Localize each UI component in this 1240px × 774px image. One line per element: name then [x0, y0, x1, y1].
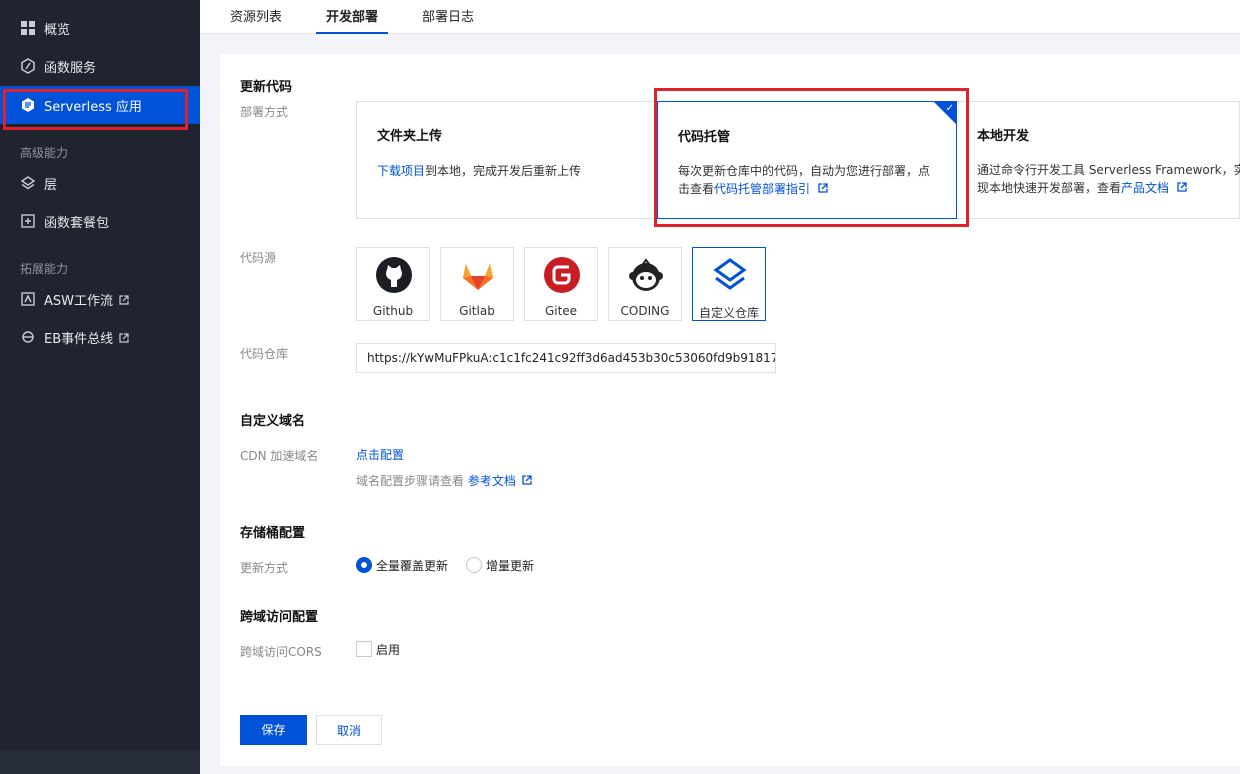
option-folder-upload[interactable]: 文件夹上传 下载项目到本地，完成开发后重新上传	[357, 101, 656, 219]
custom-repo-icon	[713, 258, 747, 290]
radio-full-update[interactable]	[356, 557, 372, 573]
source-github[interactable]: Github	[356, 247, 430, 321]
repo-url-input[interactable]: https://kYwMuFPkuA:c1c1fc241c92ff3d6ad45…	[356, 343, 776, 373]
external-link-icon	[1177, 182, 1187, 192]
option-title: 本地开发	[977, 129, 1030, 144]
code-source-label: 代码源	[240, 251, 277, 265]
highlight-box	[654, 88, 969, 227]
package-icon	[20, 213, 36, 229]
sidebar-item-packages[interactable]: 函数套餐包	[0, 202, 200, 240]
external-link-icon	[522, 475, 532, 485]
github-icon	[376, 257, 412, 293]
source-custom-repo[interactable]: 自定义仓库	[692, 247, 766, 321]
radio-label: 全量覆盖更新	[376, 559, 449, 573]
source-gitee[interactable]: Gitee	[524, 247, 598, 321]
sidebar-item-label: 函数服务	[44, 60, 97, 76]
workflow-icon	[20, 291, 36, 307]
sidebar-item-functions[interactable]: 函数服务	[0, 47, 200, 85]
sidebar-item-label: 概览	[44, 22, 71, 38]
source-label: Gitlab	[459, 304, 495, 318]
source-label: Gitee	[544, 304, 578, 318]
cors-label: 跨域访问CORS	[240, 645, 322, 659]
option-local-dev[interactable]: 本地开发 通过命令行开发工具 Serverless Framework，实 现本…	[958, 101, 1240, 219]
grid-icon	[20, 20, 36, 36]
group-label-extend: 拓展能力	[20, 262, 69, 276]
source-label: 自定义仓库	[698, 306, 759, 320]
source-label: CODING	[620, 304, 670, 318]
tab-deploy[interactable]: 开发部署	[316, 0, 389, 34]
sidebar-item-layers[interactable]: 层	[0, 164, 200, 202]
external-link-icon	[119, 294, 129, 305]
sidebar-item-label: 函数套餐包	[44, 215, 110, 231]
source-gitlab[interactable]: Gitlab	[440, 247, 514, 321]
update-method-label: 更新方式	[240, 561, 289, 575]
save-button[interactable]: 保存	[240, 715, 307, 745]
domain-hint: 域名配置步骤请查看 参考文档	[356, 472, 532, 489]
reference-doc-link[interactable]: 参考文档	[468, 474, 516, 488]
source-label: Github	[372, 304, 414, 318]
checkbox-label: 启用	[376, 643, 401, 657]
sidebar-item-overview[interactable]: 概览	[0, 9, 200, 47]
layers-icon	[20, 175, 36, 191]
deploy-method-label: 部署方式	[240, 105, 289, 119]
download-project-link[interactable]: 下载项目	[377, 164, 425, 178]
section-title-cors: 跨域访问配置	[240, 610, 319, 625]
radio-label: 增量更新	[486, 559, 535, 573]
section-title-update-code: 更新代码	[240, 80, 293, 95]
option-desc: 通过命令行开发工具 Serverless Framework，实 现本地快速开发…	[977, 163, 1240, 195]
group-label-advanced: 高级能力	[20, 146, 69, 160]
function-icon	[20, 58, 36, 74]
highlight-box	[3, 89, 188, 130]
section-title-bucket: 存储桶配置	[240, 526, 306, 541]
tab-resources[interactable]: 资源列表	[230, 0, 282, 34]
source-coding[interactable]: CODING	[608, 247, 682, 321]
sidebar-item-asw[interactable]: ASW工作流	[0, 280, 200, 318]
option-desc: 下载项目到本地，完成开发后重新上传	[377, 164, 582, 178]
sidebar-item-label: ASW工作流	[44, 293, 113, 309]
sidebar-item-label: EB事件总线	[44, 331, 114, 347]
tab-logs[interactable]: 部署日志	[422, 0, 474, 34]
configure-link[interactable]: 点击配置	[356, 446, 404, 463]
sidebar-item-label: 层	[44, 177, 58, 193]
tab-bar: 资源列表 开发部署 部署日志	[200, 0, 1240, 34]
gitlab-icon	[463, 264, 493, 290]
coding-icon	[629, 258, 663, 291]
sidebar-item-eventbus[interactable]: EB事件总线	[0, 318, 200, 356]
sidebar: 概览 函数服务 Serverless 应用 高级能力 层 函数套餐包 拓展能力 …	[0, 0, 200, 774]
repo-label: 代码仓库	[240, 347, 289, 361]
cors-enable-checkbox[interactable]	[356, 641, 372, 657]
gitee-icon	[544, 257, 580, 293]
sidebar-footer	[0, 750, 200, 774]
radio-incremental-update[interactable]	[466, 557, 482, 573]
external-link-icon	[119, 332, 129, 343]
cancel-button[interactable]: 取消	[316, 715, 382, 745]
eventbus-icon	[20, 329, 36, 345]
cdn-domain-label: CDN 加速域名	[240, 449, 319, 463]
section-title-domain: 自定义域名	[240, 414, 306, 429]
product-doc-link[interactable]: 产品文档	[1121, 181, 1169, 195]
option-title: 文件夹上传	[377, 129, 443, 144]
